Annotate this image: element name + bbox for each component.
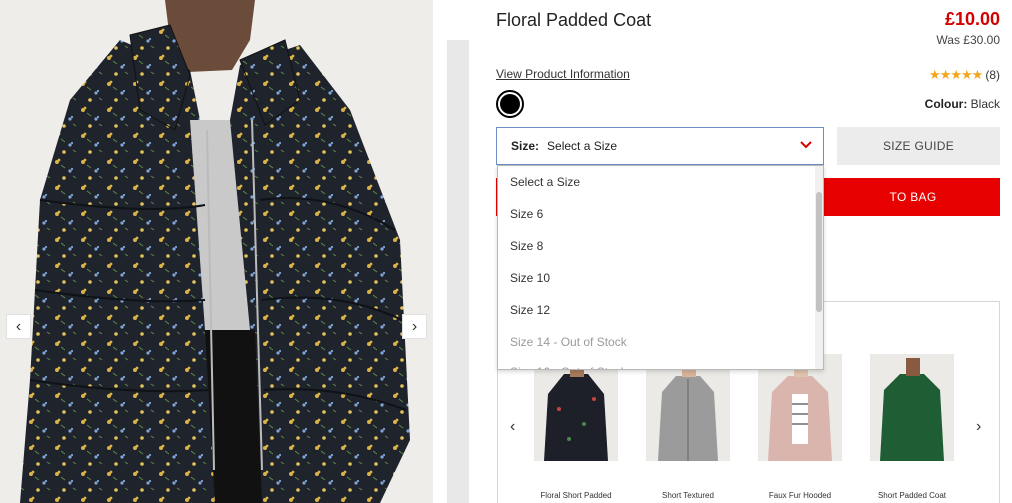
dropdown-scrollbar[interactable]: [815, 166, 823, 369]
colour-swatch-black[interactable]: [496, 90, 524, 118]
reco-image: [534, 354, 618, 461]
size-option[interactable]: Size 12: [498, 294, 823, 326]
size-option[interactable]: Size 8: [498, 230, 823, 262]
colour-label: Colour: Black: [925, 97, 1000, 111]
main-product-image: ‹ ›: [0, 0, 433, 503]
star-rating-icon: ★★★★★: [929, 67, 983, 82]
size-guide-button[interactable]: SIZE GUIDE: [837, 127, 1000, 165]
product-rating[interactable]: ★★★★★ (8): [929, 67, 1000, 83]
reco-image: [646, 354, 730, 461]
chevron-down-icon: [799, 137, 813, 154]
reco-item[interactable]: Short Padded Coat: [870, 354, 954, 503]
size-option-out-of-stock[interactable]: Size 14 - Out of Stock: [498, 326, 823, 358]
thumbnail-strip: [447, 40, 469, 503]
reco-item[interactable]: Floral Short Padded: [534, 354, 618, 503]
size-select[interactable]: Size: Select a Size: [496, 127, 824, 165]
reco-item[interactable]: Faux Fur Hooded: [758, 354, 842, 503]
colour-label-key: Colour:: [924, 97, 968, 111]
chevron-right-icon: ›: [411, 317, 418, 335]
size-dropdown-list[interactable]: Select a Size Size 6 Size 8 Size 10 Size…: [497, 165, 824, 370]
reco-item-name: Short Textured: [662, 491, 714, 500]
size-select-label: Size:: [511, 139, 540, 153]
carousel-prev-icon[interactable]: ‹: [510, 418, 515, 436]
reco-item-name: Floral Short Padded: [540, 491, 612, 500]
colour-label-value: Black: [970, 97, 1000, 111]
add-to-bag-label: TO BAG: [889, 190, 937, 204]
swatch-fill: [500, 94, 520, 114]
was-price: Was £30.00: [936, 33, 1000, 47]
chevron-left-icon: ‹: [15, 317, 22, 335]
coat-photo: [0, 0, 433, 503]
product-title: Floral Padded Coat: [496, 10, 652, 30]
reco-image: [870, 354, 954, 461]
size-option[interactable]: Select a Size: [498, 166, 823, 198]
product-price: £10.00: [944, 9, 1000, 29]
rating-count: (8): [985, 68, 1000, 82]
reco-item[interactable]: Short Textured: [646, 354, 730, 503]
gallery-next-button[interactable]: ›: [402, 314, 427, 339]
size-option[interactable]: Size 6: [498, 198, 823, 230]
size-select-value: Select a Size: [547, 139, 618, 153]
gallery-prev-button[interactable]: ‹: [6, 314, 31, 339]
dropdown-scroll-thumb[interactable]: [816, 192, 822, 312]
reco-item-name: Faux Fur Hooded: [768, 491, 832, 500]
size-option[interactable]: Size 10: [498, 262, 823, 294]
view-product-information-link[interactable]: View Product Information: [496, 67, 630, 81]
reco-item-name: Short Padded Coat: [877, 491, 947, 500]
carousel-next-icon[interactable]: ›: [976, 418, 981, 436]
reco-image: [758, 354, 842, 461]
size-option-out-of-stock[interactable]: Size 16 - Out of Stock: [498, 358, 823, 369]
